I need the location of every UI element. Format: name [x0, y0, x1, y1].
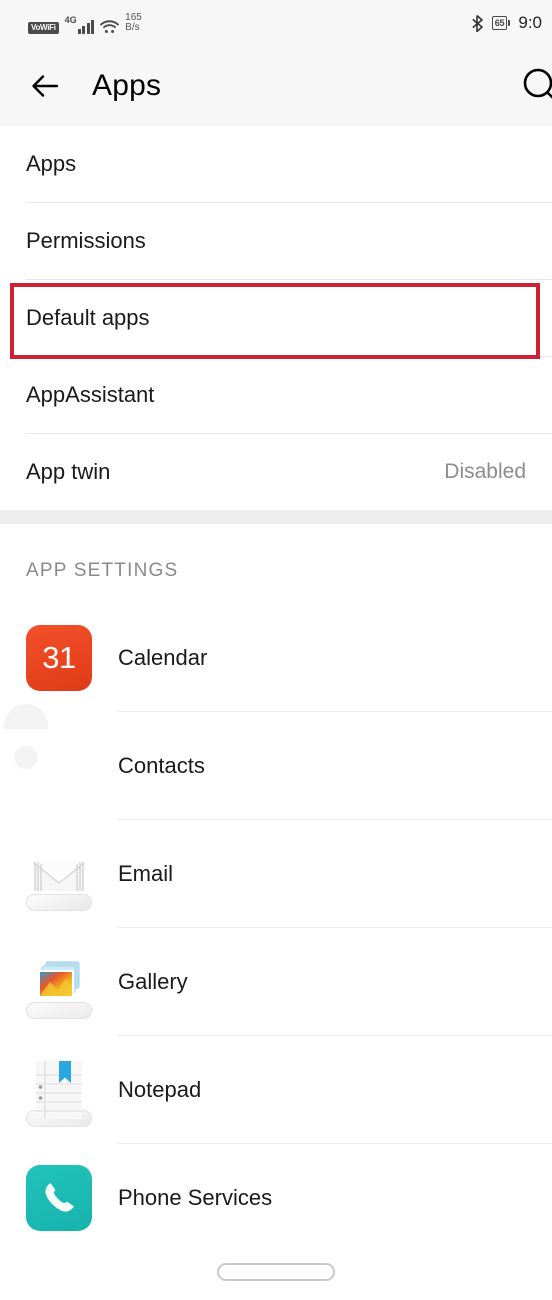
network-type-label: 4G: [64, 14, 77, 25]
vowifi-badge-icon: VoWiFi: [28, 21, 59, 34]
search-icon[interactable]: [518, 62, 552, 110]
settings-row-app-twin[interactable]: App twin Disabled: [0, 434, 552, 510]
app-row-email[interactable]: Email: [0, 820, 552, 927]
app-name-label: Email: [118, 860, 174, 886]
data-speed-value: 165: [125, 11, 142, 23]
app-settings-section-title: APP SETTINGS: [0, 524, 552, 604]
app-row-calendar[interactable]: 31 Calendar: [0, 604, 552, 711]
bluetooth-icon: [472, 14, 484, 32]
app-name-label: Notepad: [118, 1076, 202, 1102]
data-speed-indicator: 165 B/s: [125, 11, 142, 34]
app-name-label: Contacts: [118, 752, 205, 778]
settings-row-value: Disabled: [444, 460, 526, 483]
settings-row-label: AppAssistant: [26, 382, 155, 407]
wifi-icon: [100, 19, 120, 34]
app-row-gallery[interactable]: Gallery: [0, 928, 552, 1035]
app-row-phone-services[interactable]: Phone Services: [0, 1144, 552, 1251]
app-header: Apps: [0, 46, 552, 126]
app-settings-section: APP SETTINGS 31 Calendar Contacts Email …: [0, 524, 552, 1251]
settings-row-apps[interactable]: Apps: [0, 126, 552, 202]
notepad-icon: [26, 1057, 92, 1127]
settings-row-label: App twin: [26, 459, 111, 484]
settings-row-label: Apps: [26, 151, 77, 176]
battery-level-label: 65: [491, 16, 508, 30]
email-icon: [26, 841, 92, 911]
calendar-icon-day: 31: [26, 624, 92, 691]
settings-menu-list: Apps Permissions Default apps AppAssista…: [0, 126, 552, 510]
status-bar-clock: 9:0: [518, 13, 542, 32]
app-row-contacts[interactable]: Contacts: [0, 703, 552, 819]
settings-row-label: Permissions: [26, 228, 146, 253]
phone-icon: [26, 1164, 92, 1231]
battery-tip-icon: [508, 20, 511, 26]
back-arrow-icon[interactable]: [26, 67, 64, 105]
cellular-signal-group: 4G: [64, 14, 95, 34]
status-bar-left: VoWiFi 4G 165 B/s: [28, 11, 142, 34]
settings-row-label: Default apps: [26, 305, 150, 330]
battery-indicator: 65: [491, 16, 511, 30]
phone-screen: VoWiFi 4G 165 B/s 65 9:0 Apps Apps Permi…: [0, 0, 552, 1300]
app-name-label: Gallery: [118, 968, 188, 994]
settings-row-default-apps[interactable]: Default apps: [0, 280, 552, 356]
signal-bars-icon: [77, 19, 95, 34]
app-name-label: Phone Services: [118, 1184, 273, 1210]
home-gesture-pill[interactable]: [217, 1263, 335, 1281]
gallery-icon: [26, 949, 92, 1019]
status-bar-right: 65 9:0: [472, 13, 542, 33]
data-speed-unit: B/s: [125, 22, 140, 33]
status-bar: VoWiFi 4G 165 B/s 65 9:0: [0, 0, 552, 46]
navigation-bar: [0, 1244, 552, 1300]
email-icon-shape: [26, 859, 92, 911]
app-name-label: Calendar: [118, 644, 208, 670]
calendar-icon: 31: [26, 624, 92, 691]
section-separator-band: [0, 510, 552, 524]
page-title: Apps: [92, 69, 162, 102]
settings-row-permissions[interactable]: Permissions: [0, 203, 552, 279]
settings-row-appassistant[interactable]: AppAssistant: [0, 357, 552, 433]
gallery-icon-shape: [26, 961, 92, 1019]
contacts-icon: [4, 703, 92, 799]
phone-icon-shape: [26, 1164, 92, 1231]
notepad-icon-shape: [26, 1060, 92, 1127]
app-row-notepad[interactable]: Notepad: [0, 1036, 552, 1143]
